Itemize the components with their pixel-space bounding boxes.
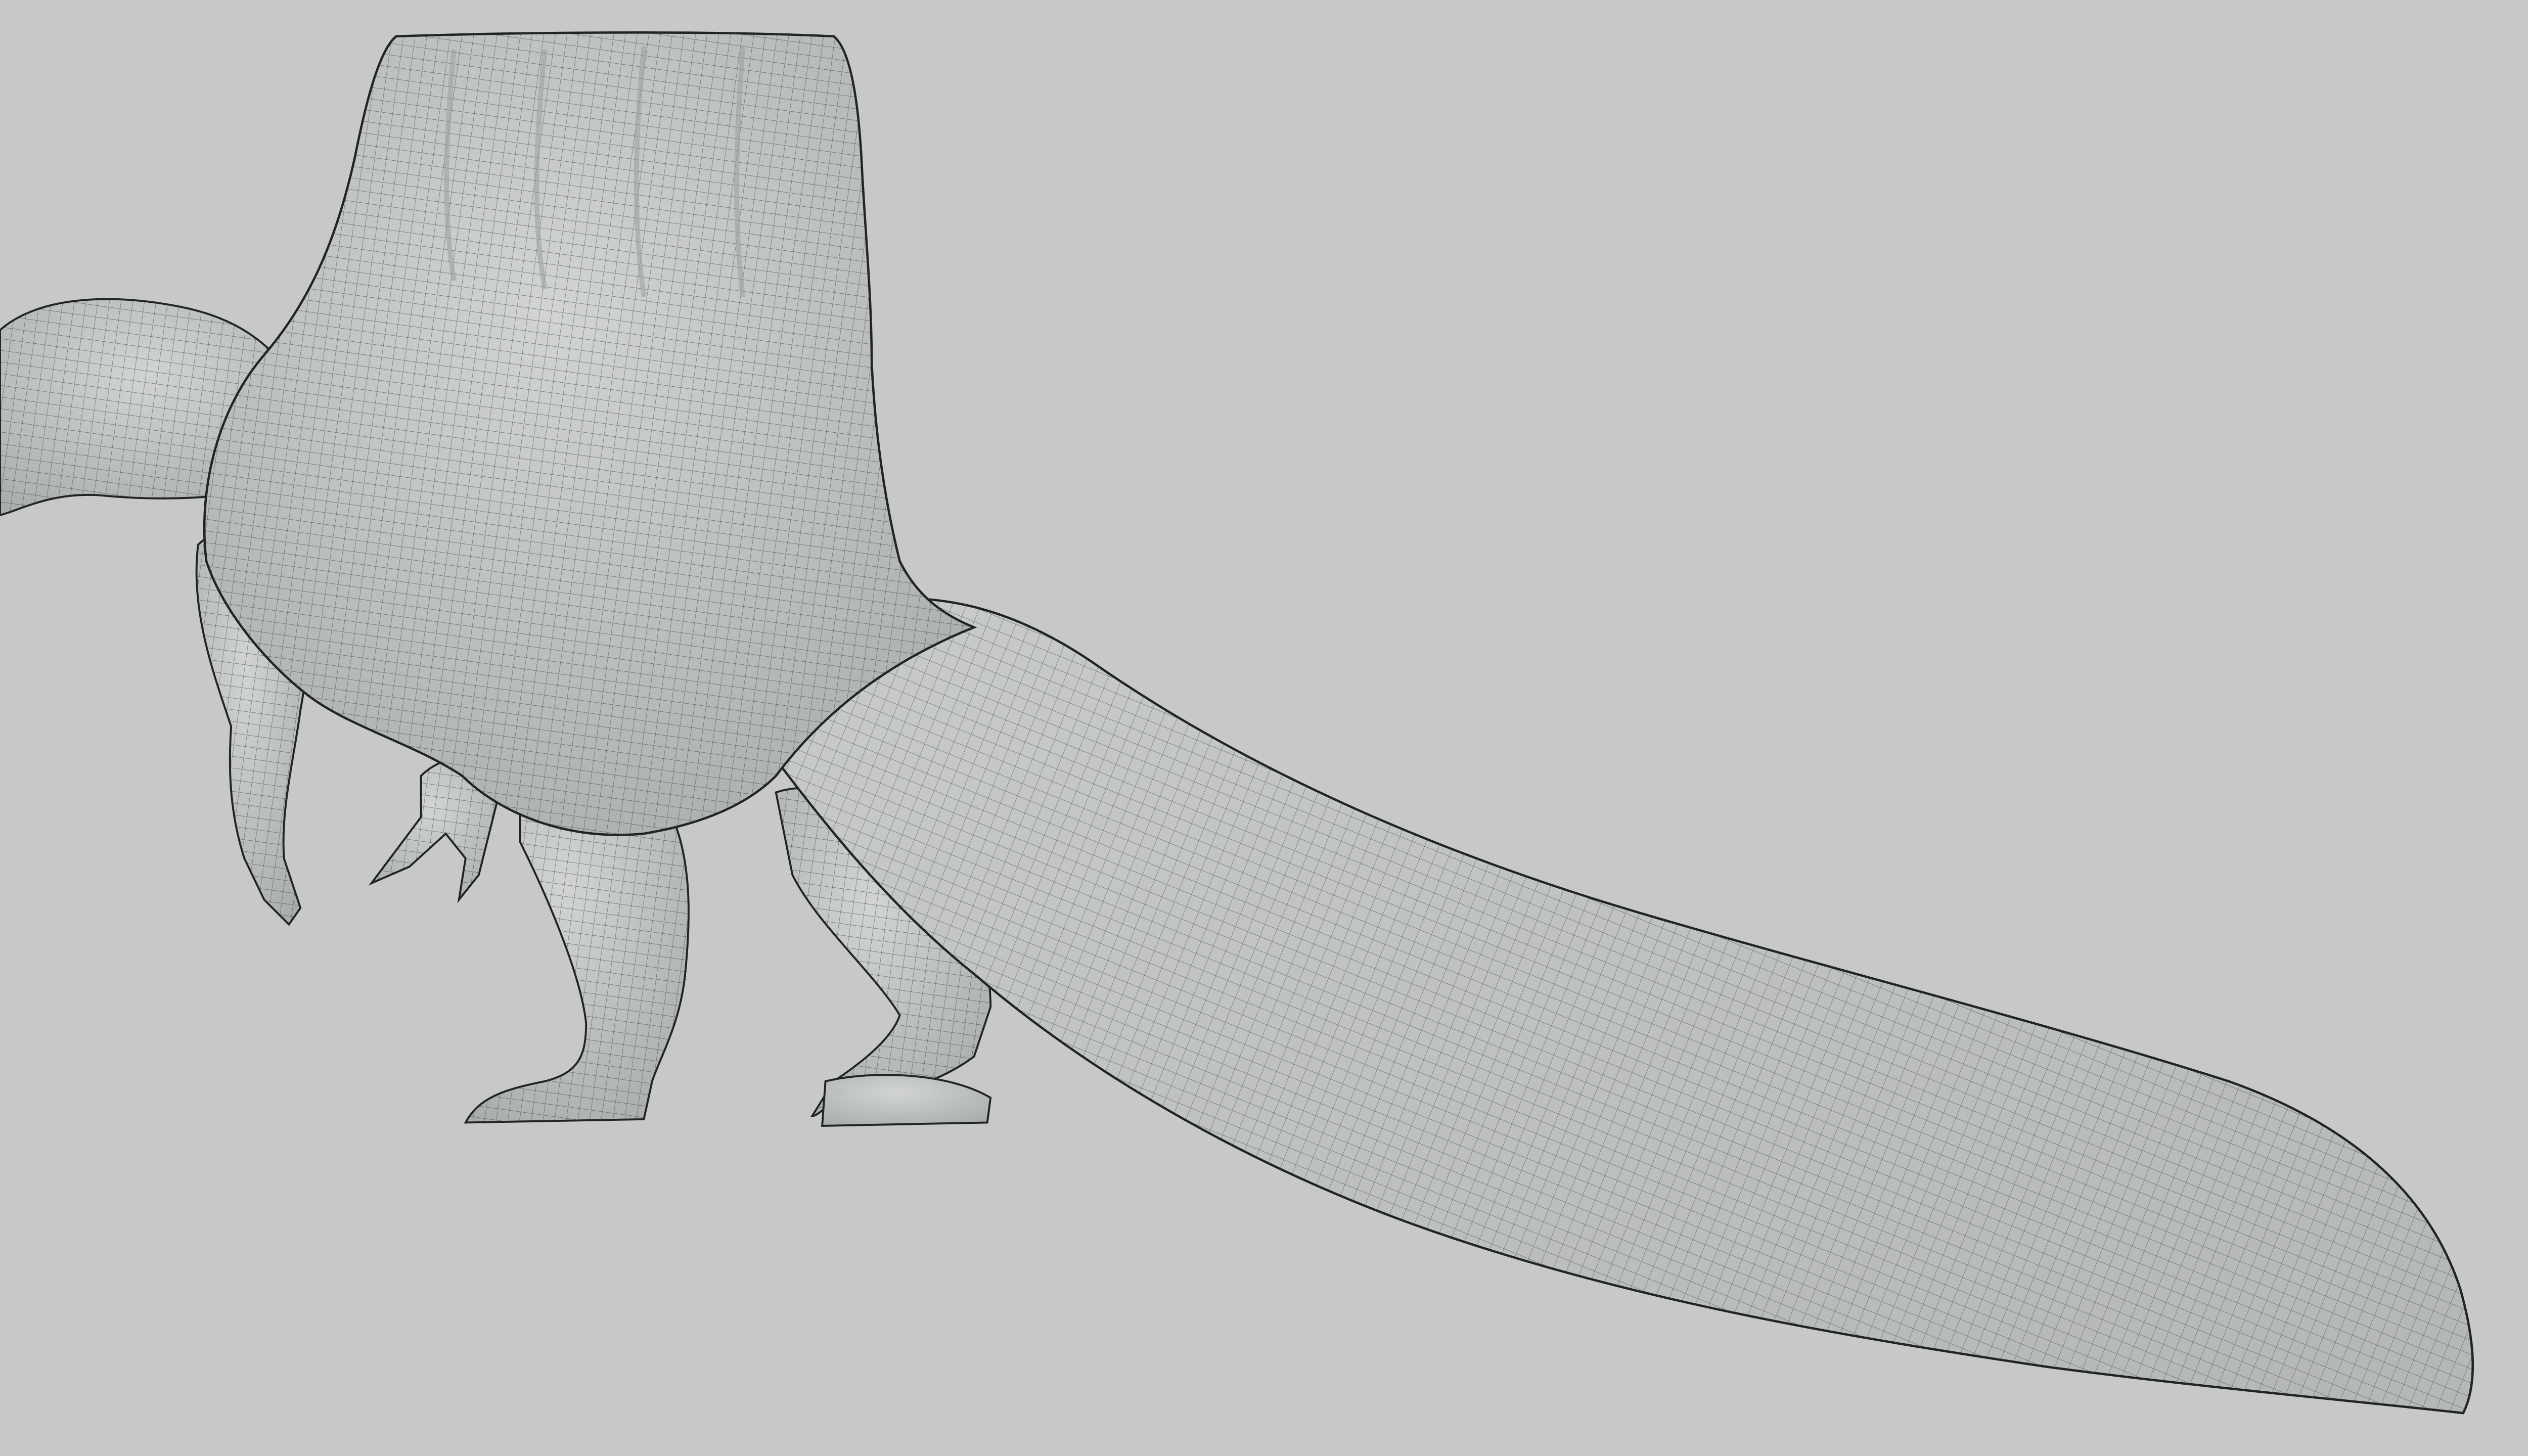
tail-mesh — [775, 597, 2474, 1415]
model-canvas[interactable] — [0, 0, 2528, 1456]
3d-viewport[interactable] — [0, 0, 2528, 1456]
